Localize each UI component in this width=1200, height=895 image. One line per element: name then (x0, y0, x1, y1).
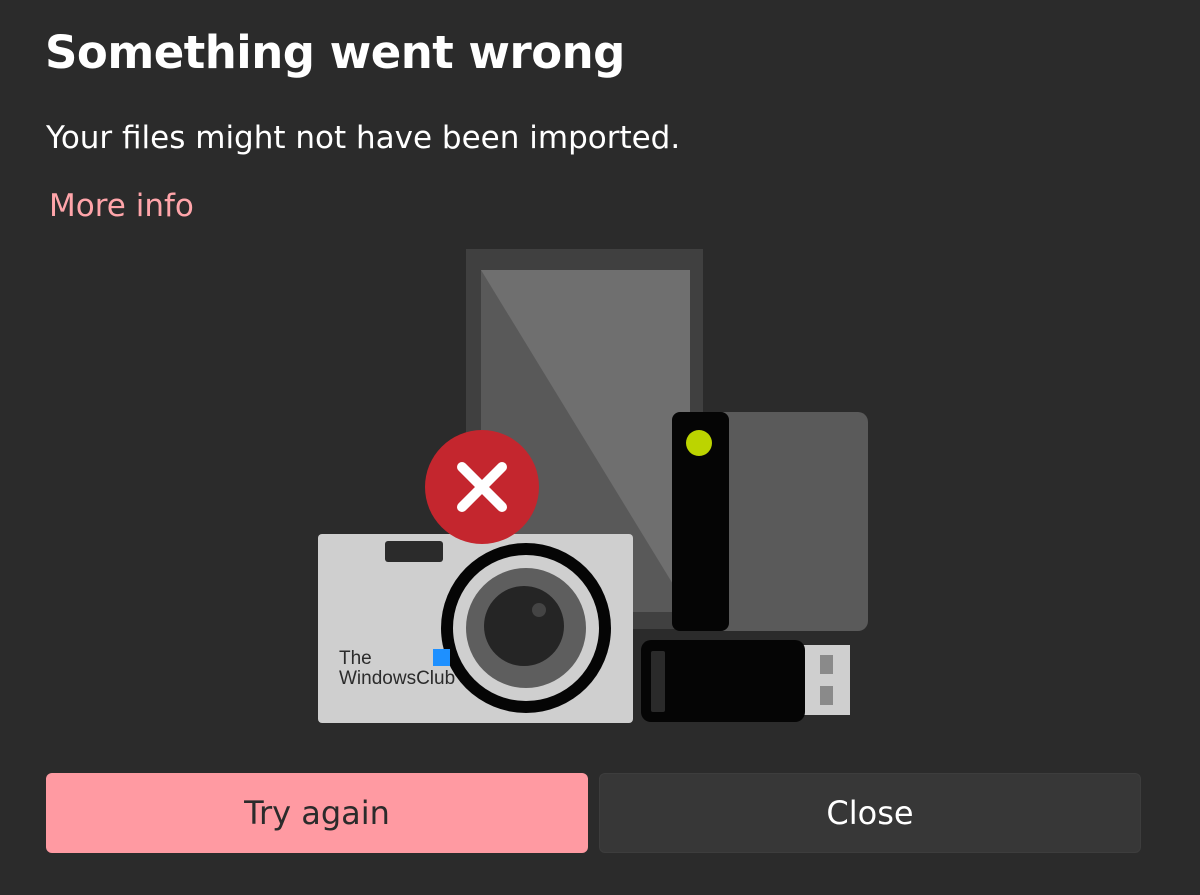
close-button[interactable]: Close (599, 773, 1141, 853)
error-dialog: Something went wrong Your files might no… (0, 0, 1200, 895)
watermark-line-2: WindowsClub (339, 668, 456, 689)
more-info-link[interactable]: More info (49, 188, 194, 224)
dialog-message: Your files might not have been imported. (46, 120, 681, 156)
usb-drive-icon (641, 640, 850, 722)
dialog-title: Something went wrong (45, 26, 625, 79)
external-drive-icon (672, 412, 868, 631)
tablet-icon (466, 249, 703, 629)
watermark-logo: The WindowsClub (339, 649, 455, 689)
camera-icon (318, 534, 633, 723)
error-x-icon (425, 430, 539, 544)
try-again-button[interactable]: Try again (46, 773, 588, 853)
windows-logo-icon (433, 649, 450, 666)
